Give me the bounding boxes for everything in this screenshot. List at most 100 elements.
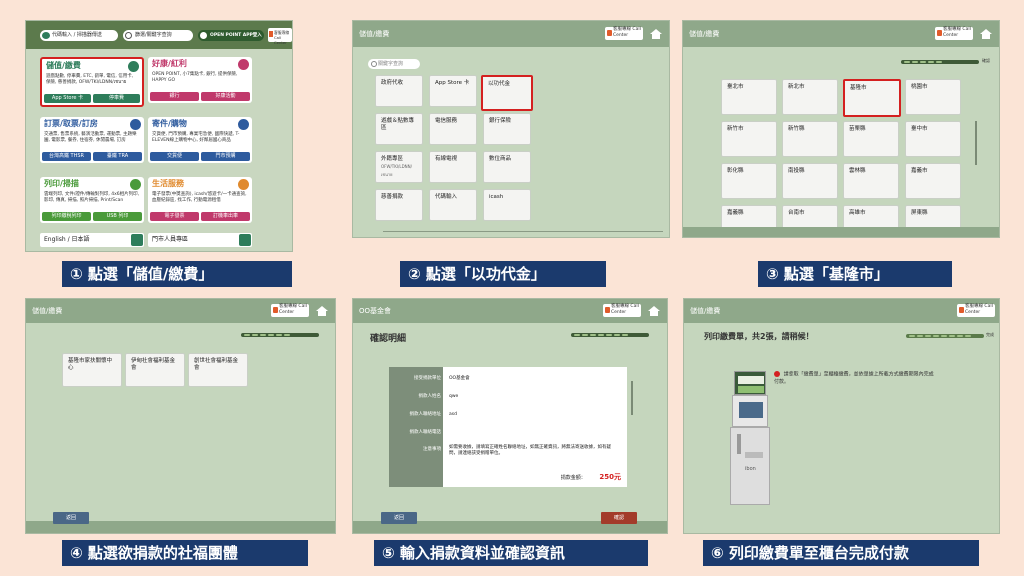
panel-step5-confirm: OO基金會 客服專線 Call Center 確認明細 接受捐款單位 OO基金會… xyxy=(352,298,668,534)
usb-print-button[interactable]: USB 列印 xyxy=(93,212,142,221)
scooter-button[interactable]: 訂機車出車 xyxy=(201,212,250,221)
tile-appstore[interactable]: App Store 卡 xyxy=(429,75,477,107)
box-icon xyxy=(238,119,249,130)
org-eden[interactable]: 伊甸社會福利基金會 xyxy=(125,353,185,387)
city-hsinchu-county[interactable]: 新竹縣 xyxy=(782,121,838,157)
category-header: 好康/紅利 xyxy=(148,57,252,70)
progress-bar xyxy=(901,60,979,64)
home-button[interactable] xyxy=(646,25,666,43)
category-card-tickets[interactable]: 訂票/取票/訂房 交通票, 售票系統, 藝演活動票, 運動票, 主題樂園, 電影… xyxy=(40,117,144,163)
category-desc: 電子發票(中獎查詢), icash/悠遊卡/一卡通查詢, 血壓紀錄區, 找工作,… xyxy=(152,192,247,203)
call-center-button[interactable]: 客服專線 Call Center xyxy=(603,304,641,317)
city-taichung[interactable]: 臺中市 xyxy=(905,121,961,157)
org-genesis[interactable]: 創世社會福利基金會 xyxy=(188,353,248,387)
scrollbar[interactable] xyxy=(975,121,977,165)
table-row: 接受捐款單位 OO基金會 xyxy=(414,376,470,381)
promo-button[interactable]: 好康活動 xyxy=(201,92,250,101)
org-keelung-family[interactable]: 基隆市家扶關懷中心 xyxy=(62,353,122,387)
call-center-button[interactable]: 客服專線 Call Center xyxy=(957,304,995,317)
back-button[interactable]: 返回 xyxy=(706,237,742,238)
page-title: 儲值/繳費 xyxy=(690,307,721,315)
city-changhua[interactable]: 彰化縣 xyxy=(721,163,777,199)
city-pingtung[interactable]: 屏東縣 xyxy=(905,205,961,229)
category-header: 儲值/繳費 xyxy=(42,59,142,72)
call-center-button[interactable]: 客服專線 Call Center xyxy=(605,27,643,40)
kiosk-screen xyxy=(734,371,766,395)
bank-button[interactable]: 銀行 xyxy=(150,92,199,101)
category-card-topup-payment[interactable]: 儲值/繳費 遊戲點數, 停車費, ETC, 罰單, 電信, 信用卡, 保險, 慈… xyxy=(40,57,144,107)
city-taoyuan[interactable]: 桃園市 xyxy=(905,79,961,115)
code-input-button[interactable]: 代碼輸入 / 掃描器傳送 xyxy=(40,30,118,41)
city-yunlin[interactable]: 雲林縣 xyxy=(843,163,899,199)
thsr-button[interactable]: 台灣高鐵 THSR xyxy=(42,152,91,161)
category-card-shipping[interactable]: 寄件/購物 交貨便, 門市預購, 專業宅急便, 國際快遞, T-ELEVEN線上… xyxy=(148,117,252,163)
category-desc: 遊戲點數, 停車費, ETC, 罰單, 電信, 信用卡, 保險, 慈善捐款, O… xyxy=(46,74,134,85)
tile-telecom[interactable]: 電信服務 xyxy=(429,113,477,145)
openpoint-icon xyxy=(200,32,207,39)
city-keelung[interactable]: 基隆市 xyxy=(843,79,901,117)
openpoint-login-button[interactable]: OPEN POINT APP登入 xyxy=(198,30,264,41)
scrollbar[interactable] xyxy=(631,381,633,415)
tile-code-input[interactable]: 代碼輸入 xyxy=(429,189,477,221)
city-miaoli[interactable]: 苗栗縣 xyxy=(843,121,899,157)
city-chiayi-city[interactable]: 嘉義市 xyxy=(905,163,961,199)
filter-search-button[interactable]: 篩選/關鍵字查詢 xyxy=(123,30,193,41)
tile-digital-goods[interactable]: 數位商品 xyxy=(483,151,531,183)
city-new-taipei[interactable]: 新北市 xyxy=(782,79,838,115)
city-tainan[interactable]: 台南市 xyxy=(782,205,838,229)
appstore-card-button[interactable]: App Store 卡 xyxy=(44,94,91,103)
city-kaohsiung[interactable]: 高雄市 xyxy=(843,205,899,229)
search-icon xyxy=(131,234,143,246)
city-chiayi-county[interactable]: 嘉義縣 xyxy=(721,205,777,229)
tile-government[interactable]: 政府代收 xyxy=(375,75,423,107)
tile-icash[interactable]: icash xyxy=(483,189,531,221)
category-header: 寄件/購物 xyxy=(148,117,252,130)
caption-step6: ⑥ 列印繳費單至櫃台完成付款 xyxy=(703,540,979,566)
category-card-rewards[interactable]: 好康/紅利 OPEN POINT, 小7集點卡, 銀行, 提供保險, HAPPY… xyxy=(148,57,252,103)
page-title: 儲值/繳費 xyxy=(689,30,720,38)
tile-cable-tv[interactable]: 有線電視 xyxy=(429,151,477,183)
progress-bar xyxy=(571,333,649,337)
search-input[interactable]: 關鍵字查詢 xyxy=(368,59,420,69)
home-button[interactable] xyxy=(312,302,332,320)
call-center-button[interactable]: 客服專線 Call Center xyxy=(935,27,973,40)
home-button[interactable] xyxy=(644,302,664,320)
language-button[interactable]: English / 日本語 xyxy=(40,233,144,247)
category-header: 列印/掃描 xyxy=(40,177,144,190)
divider-line xyxy=(383,231,663,232)
print-heading: 列印繳費單，共2張，請稍候！ xyxy=(704,332,814,341)
tile-charity-donation[interactable]: 慈善捐款 xyxy=(375,189,423,221)
preorder-button[interactable]: 門市預購 xyxy=(201,152,250,161)
confirm-button[interactable]: 確認 xyxy=(601,512,637,524)
progress-bar xyxy=(906,334,984,338)
category-card-life-services[interactable]: 生活服務 電子發票(中獎查詢), icash/悠遊卡/一卡通查詢, 血壓紀錄區,… xyxy=(148,177,252,223)
home-button[interactable] xyxy=(976,25,996,43)
city-taipei[interactable]: 臺北市 xyxy=(721,79,777,115)
tile-games-points[interactable]: 遊戲＆點數專區 xyxy=(375,113,423,145)
delivery-button[interactable]: 交貨便 xyxy=(150,152,199,161)
progress-bar xyxy=(241,333,319,337)
table-row: 捐款人聯絡電話 xyxy=(409,430,442,435)
tax-print-button[interactable]: 列印繳稅列印 xyxy=(42,212,91,221)
city-nantou[interactable]: 南投縣 xyxy=(782,163,838,199)
parking-fee-button[interactable]: 停車費 xyxy=(93,94,140,103)
category-card-print[interactable]: 列印/掃描 雲端列印, 文件/證件/傳輸對列印, 4x6相片列印, 影印, 傳真… xyxy=(40,177,144,223)
tile-bank-insurance[interactable]: 銀行保險 xyxy=(483,113,531,145)
tile-charity-fund[interactable]: 以功代金 xyxy=(481,75,533,111)
page-title: 儲值/繳費 xyxy=(359,30,390,38)
panel-step6-print: 儲值/繳費 客服專線 Call Center 列印繳費單，共2張，請稍候！ 完成… xyxy=(683,298,1000,534)
tra-button[interactable]: 臺鐵 TRA xyxy=(93,152,142,161)
kiosk-brand: ibon xyxy=(745,466,756,472)
call-center-button[interactable]: 客服專線 Call Center xyxy=(268,28,292,45)
bottom-bar xyxy=(683,227,999,237)
city-hsinchu-city[interactable]: 新竹市 xyxy=(721,121,777,157)
gift-icon xyxy=(238,59,249,70)
tile-foreign[interactable]: 外籍專區 OFW/TKI/LDNN/เชนาย xyxy=(375,151,423,183)
detail-table: 接受捐款單位 OO基金會 捐款人姓名 qwe 捐款人聯絡地址 asd 捐款人聯絡… xyxy=(389,367,627,487)
staff-area-button[interactable]: 門市人員專區 xyxy=(148,233,252,247)
back-button[interactable]: 返回 xyxy=(381,512,417,524)
back-button[interactable]: 返回 xyxy=(53,512,89,524)
einvoice-button[interactable]: 電子發票 xyxy=(150,212,199,221)
call-center-button[interactable]: 客服專線 Call Center xyxy=(271,304,309,317)
kiosk-upper-panel xyxy=(732,395,768,427)
